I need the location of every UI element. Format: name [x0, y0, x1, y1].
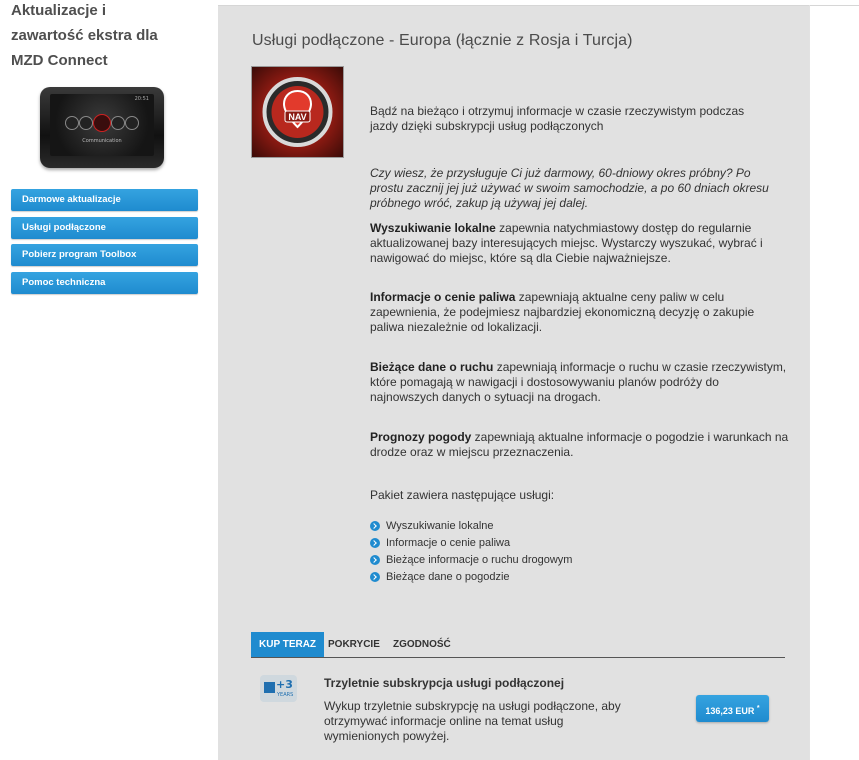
phone-icon	[79, 116, 93, 130]
offer-icon-plus: +3	[276, 678, 293, 691]
chevron-right-icon	[370, 571, 380, 582]
list-item: Wyszukiwanie lokalne	[370, 517, 572, 534]
device-screen: 20:51 Communication	[50, 94, 154, 156]
package-intro: Pakiet zawiera następujące usługi:	[370, 488, 555, 502]
nav-badge-label: NAV	[288, 112, 306, 122]
nav-support-button[interactable]: Pomoc techniczna	[11, 272, 198, 294]
feature-title: Informacje o cenie paliwa	[370, 290, 516, 304]
list-item: Bieżące informacje o ruchu drogowym	[370, 551, 572, 568]
device-clock: 20:51	[134, 96, 149, 102]
navigation-icon	[111, 116, 125, 130]
device-icon-row	[65, 114, 139, 132]
tab-compatibility[interactable]: ZGODNOŚĆ	[393, 632, 451, 657]
package-list: Wyszukiwanie lokalne Informacje o cenie …	[370, 517, 572, 585]
feature-title: Prognozy pogody	[370, 430, 472, 444]
sidebar: Aktualizacje i zawartość ekstra dla MZD …	[0, 0, 218, 760]
nav-pin-icon: NAV	[262, 77, 333, 147]
intro-text: Bądź na bieżąco i otrzymuj informacje w …	[370, 104, 745, 133]
feature-title: Bieżące dane o ruchu	[370, 360, 494, 374]
offer-icon-years: YEARS	[277, 692, 294, 698]
list-item: Bieżące dane o pogodzie	[370, 568, 572, 585]
main-panel: Usługi podłączone - Europa (łącznie z Ro…	[218, 6, 809, 760]
nav-free-updates-button[interactable]: Darmowe aktualizacje	[11, 189, 198, 211]
three-years-icon: +3 YEARS	[260, 675, 297, 702]
trial-note: Czy wiesz, że przysługuje Ci już darmowy…	[370, 166, 769, 210]
communication-icon	[93, 114, 111, 132]
sidebar-title: Aktualizacje i zawartość ekstra dla MZD …	[11, 2, 158, 69]
tab-coverage[interactable]: POKRYCIE	[328, 632, 380, 657]
nav-toolbox-download-button[interactable]: Pobierz program Toolbox	[11, 244, 198, 266]
purchase-tabs: KUP TERAZ POKRYCIE ZGODNOŚĆ	[251, 632, 785, 658]
settings-icon	[125, 116, 139, 130]
feature-fuel-prices: Informacje o cenie paliwa zapewniają akt…	[370, 290, 790, 335]
list-item: Informacje o cenie paliwa	[370, 534, 572, 551]
feature-title: Wyszukiwanie lokalne	[370, 221, 496, 235]
offer-title: Trzyletnie subskrypcja usługi podłączone…	[324, 676, 565, 690]
right-divider	[809, 5, 810, 760]
nav-service-image: NAV	[251, 66, 344, 158]
music-icon	[65, 116, 79, 130]
tab-buy-now[interactable]: KUP TERAZ	[251, 632, 325, 657]
offer-description: Wykup trzyletnie subskrypcję na usługi p…	[324, 699, 621, 743]
list-item-label: Bieżące informacje o ruchu drogowym	[386, 553, 573, 566]
page-title: Usługi podłączone - Europa (łącznie z Ro…	[252, 32, 633, 49]
list-item-label: Informacje o cenie paliwa	[386, 536, 511, 549]
map-icon	[264, 682, 275, 693]
mzd-connect-device-image: 20:51 Communication	[40, 87, 164, 168]
price-label: 136,23 EUR	[705, 706, 755, 716]
chevron-right-icon	[370, 537, 380, 548]
chevron-right-icon	[370, 554, 380, 565]
nav-connected-services-button[interactable]: Usługi podłączone	[11, 217, 198, 239]
chevron-right-icon	[370, 520, 380, 531]
price-footnote-mark: *	[756, 705, 760, 712]
feature-weather: Prognozy pogody zapewniają aktualne info…	[370, 430, 790, 460]
list-item-label: Bieżące dane o pogodzie	[386, 570, 510, 583]
device-caption: Communication	[82, 138, 122, 144]
list-item-label: Wyszukiwanie lokalne	[386, 519, 494, 532]
feature-local-search: Wyszukiwanie lokalne zapewnia natychmias…	[370, 221, 790, 266]
feature-traffic: Bieżące dane o ruchu zapewniają informac…	[370, 360, 790, 405]
price-buy-button[interactable]: 136,23 EUR *	[696, 695, 769, 722]
